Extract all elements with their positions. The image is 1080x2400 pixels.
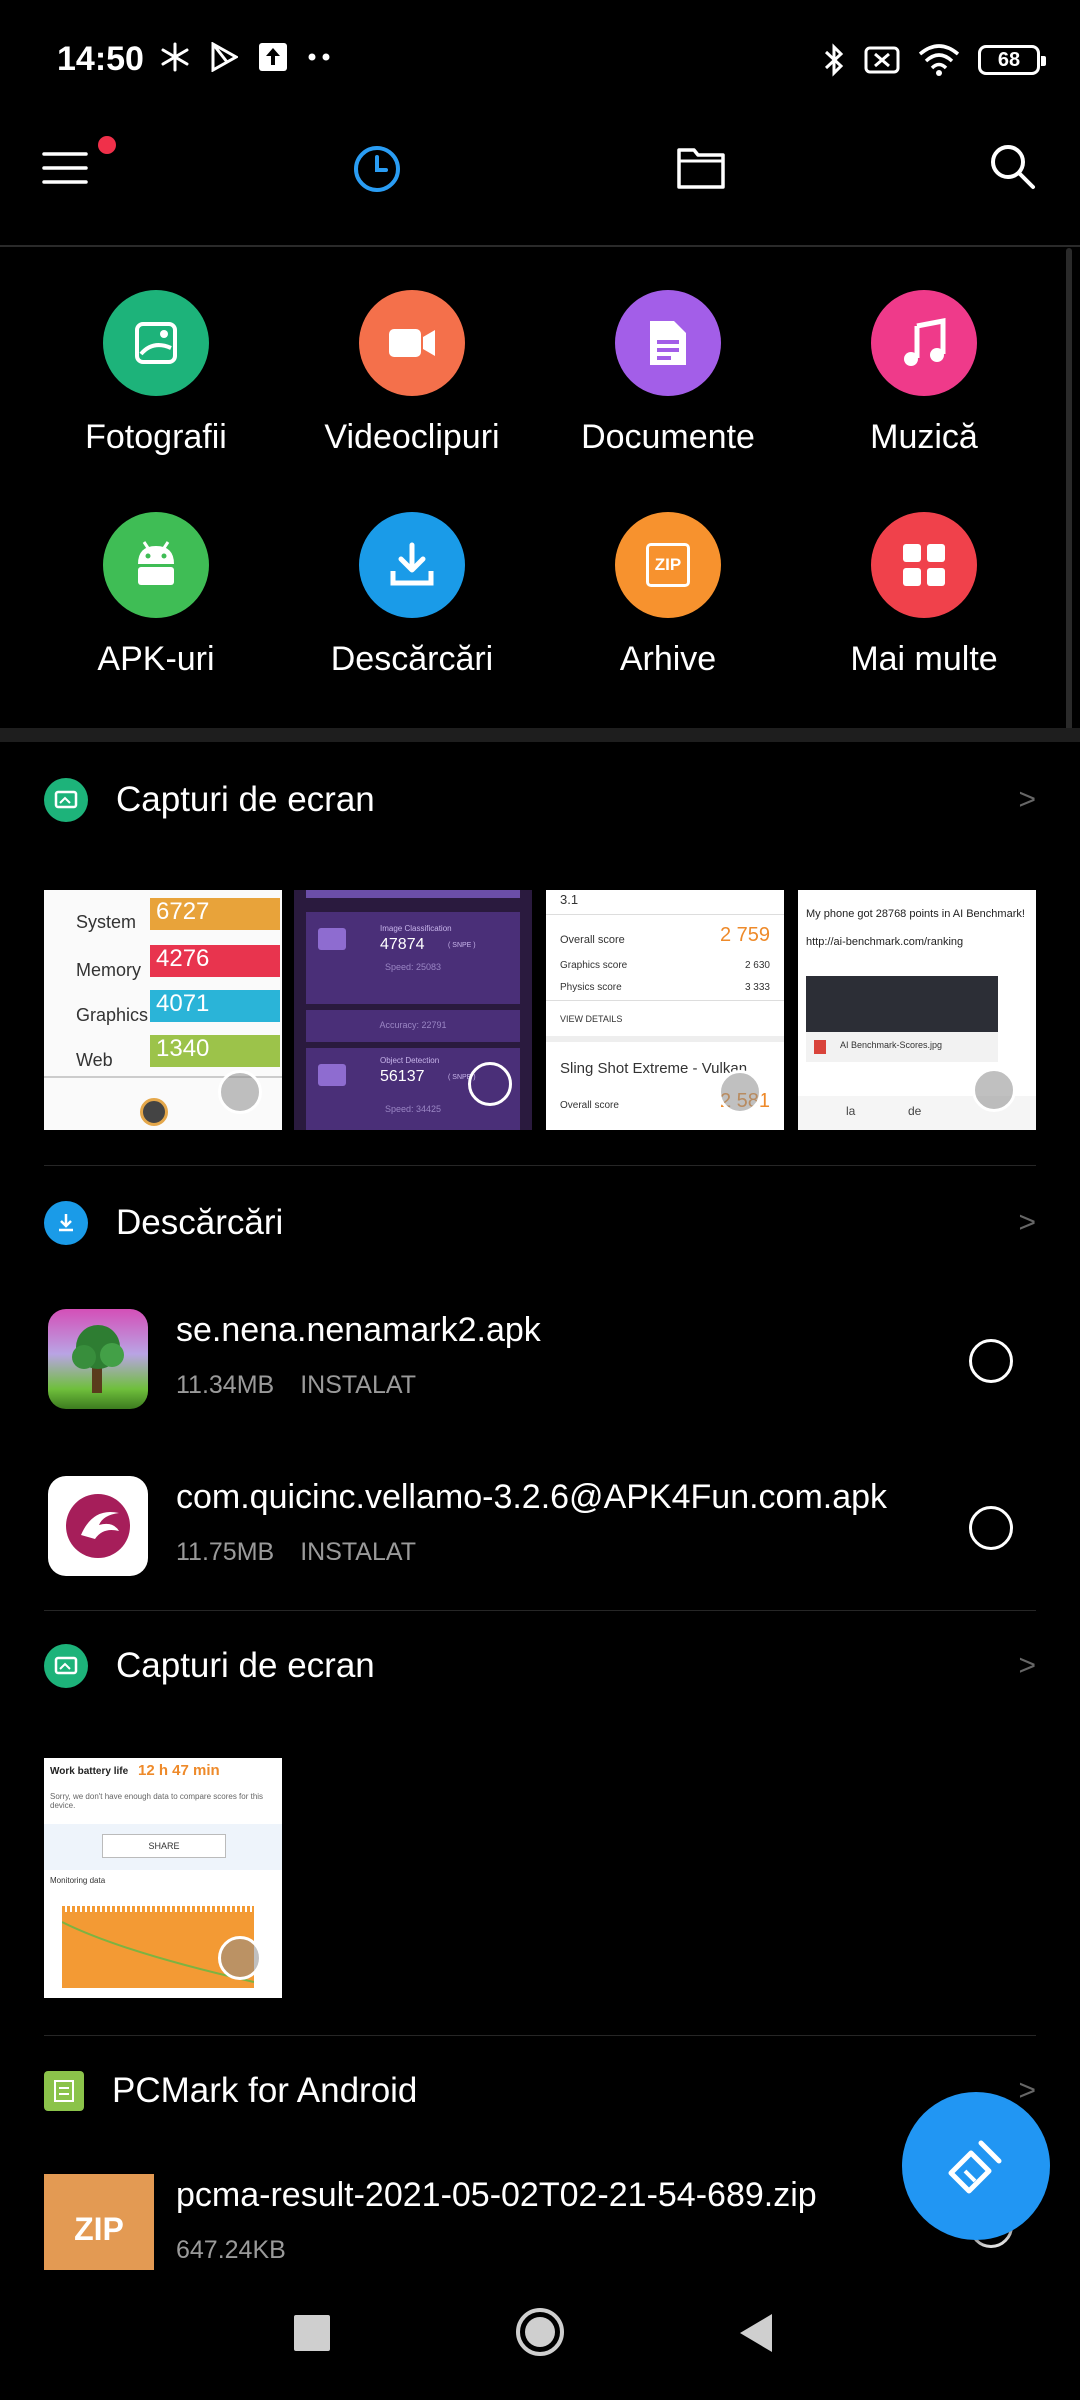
battery-indicator: 68 — [978, 45, 1046, 75]
category-more[interactable]: Mai multe — [796, 512, 1052, 679]
grid-icon — [871, 512, 977, 618]
zip-icon: ZIP — [615, 512, 721, 618]
category-downloads[interactable]: Descărcări — [284, 512, 540, 679]
chevron-right-icon: > — [1018, 1206, 1036, 1239]
category-label: Arhive — [619, 640, 717, 678]
clean-button[interactable] — [902, 2092, 1050, 2240]
category-divider — [0, 728, 1080, 742]
snowflake-icon — [161, 42, 189, 72]
category-archives[interactable]: ZIP Arhive — [540, 512, 796, 679]
status-notification-icons — [160, 42, 332, 72]
top-app-bar — [0, 120, 1080, 245]
section-header-downloads[interactable]: Descărcări > — [44, 1193, 1036, 1253]
download-icon — [44, 1201, 88, 1245]
screenshot-thumbnail[interactable]: 3.1 Overall score 2 759 Graphics score 2… — [546, 890, 784, 1130]
clock-icon — [354, 146, 400, 192]
select-checkbox[interactable] — [718, 1070, 762, 1114]
top-bar-divider — [0, 245, 1080, 247]
music-icon — [871, 290, 977, 396]
screenshot-icon — [44, 1644, 88, 1688]
category-label: Mai multe — [850, 640, 998, 678]
select-checkbox[interactable] — [218, 1936, 262, 1980]
section-title: PCMark for Android — [112, 2071, 418, 2110]
more-dots-icon — [308, 53, 330, 61]
file-meta: 647.24KB — [176, 2236, 286, 2264]
section-divider — [44, 1165, 1036, 1166]
section-title: Descărcări — [116, 1203, 284, 1242]
android-icon — [103, 512, 209, 618]
screenshot-icon — [44, 778, 88, 822]
back-button[interactable] — [738, 2312, 774, 2354]
download-icon — [359, 512, 465, 618]
recent-apps-button[interactable] — [294, 2315, 330, 2351]
search-button[interactable] — [988, 142, 1036, 195]
category-label: Muzică — [870, 418, 978, 456]
select-checkbox[interactable] — [468, 1062, 512, 1106]
select-checkbox[interactable] — [218, 1070, 262, 1114]
screenshot-thumbnail[interactable]: Image Classification 47874 ( SNPE ) Spee… — [294, 890, 532, 1130]
category-label: Videoclipuri — [324, 418, 500, 456]
file-meta: 11.75MB INSTALAT — [176, 1538, 416, 1566]
section-divider — [44, 2035, 1036, 2036]
section-divider — [44, 1610, 1036, 1611]
recent-tab-button[interactable] — [352, 144, 402, 199]
upload-icon — [259, 43, 287, 71]
file-name: pcma-result-2021-05-02T02-21-54-689.zip — [176, 2176, 817, 2214]
menu-button[interactable] — [42, 136, 116, 195]
photos-icon — [103, 290, 209, 396]
file-name: se.nena.nenamark2.apk — [176, 1311, 541, 1349]
hamburger-menu-icon — [42, 152, 88, 184]
video-icon — [359, 290, 465, 396]
list-item[interactable]: ZIP pcma-result-2021-05-02T02-21-54-689.… — [44, 2170, 1036, 2270]
category-music[interactable]: Muzică — [796, 290, 1052, 457]
app-icon — [48, 1476, 148, 1576]
bluetooth-icon — [824, 43, 844, 77]
select-checkbox[interactable] — [969, 1506, 1013, 1550]
section-title: Capturi de ecran — [116, 780, 375, 819]
list-item[interactable]: com.quicinc.vellamo-3.2.6@APK4Fun.com.ap… — [44, 1472, 1036, 1582]
select-checkbox[interactable] — [969, 1339, 1013, 1383]
section-header-pcmark[interactable]: PCMark for Android > — [44, 2061, 1036, 2121]
category-photos[interactable]: Fotografii — [28, 290, 284, 457]
chevron-right-icon: > — [1018, 2074, 1036, 2107]
screenshot-thumbnail[interactable]: My phone got 28768 points in AI Benchmar… — [798, 890, 1036, 1130]
file-meta: 11.34MB INSTALAT — [176, 1371, 416, 1399]
notification-dot — [98, 136, 116, 154]
category-label: Documente — [581, 418, 755, 456]
chevron-right-icon: > — [1018, 1649, 1036, 1682]
document-icon — [44, 2071, 84, 2111]
no-sim-icon — [864, 46, 900, 74]
wifi-icon — [918, 44, 960, 76]
category-label: Descărcări — [330, 640, 494, 678]
search-icon — [991, 145, 1035, 189]
home-button[interactable] — [516, 2308, 564, 2356]
category-label: APK-uri — [97, 640, 215, 678]
file-name: com.quicinc.vellamo-3.2.6@APK4Fun.com.ap… — [176, 1478, 888, 1516]
chevron-right-icon: > — [1018, 783, 1036, 816]
screenshot-thumbnail[interactable]: Work battery life 12 h 47 min Sorry, we … — [44, 1758, 282, 1998]
category-documents[interactable]: Documente — [540, 290, 796, 457]
broom-icon — [948, 2140, 1002, 2194]
folders-tab-button[interactable] — [676, 142, 726, 195]
category-label: Fotografii — [85, 418, 227, 456]
scrollbar[interactable] — [1066, 248, 1072, 738]
category-apks[interactable]: APK-uri — [28, 512, 284, 679]
zip-icon: ZIP — [44, 2174, 154, 2270]
select-checkbox[interactable] — [972, 1068, 1016, 1112]
system-nav-bar — [0, 2270, 1080, 2400]
section-header-screenshots[interactable]: Capturi de ecran > — [44, 770, 1036, 830]
app-icon — [48, 1309, 148, 1409]
screenshot-thumbnail[interactable]: System 6727 Memory 4276 Graphics 4071 We… — [44, 890, 282, 1130]
status-system-icons: 68 — [822, 42, 1046, 78]
document-icon — [615, 290, 721, 396]
play-store-icon — [211, 42, 238, 72]
list-item[interactable]: se.nena.nenamark2.apk 11.34MB INSTALAT — [44, 1305, 1036, 1415]
section-title: Capturi de ecran — [116, 1646, 375, 1685]
section-header-screenshots[interactable]: Capturi de ecran > — [44, 1636, 1036, 1696]
folder-icon — [677, 148, 725, 189]
category-videos[interactable]: Videoclipuri — [284, 290, 540, 457]
status-time: 14:50 — [57, 40, 144, 78]
